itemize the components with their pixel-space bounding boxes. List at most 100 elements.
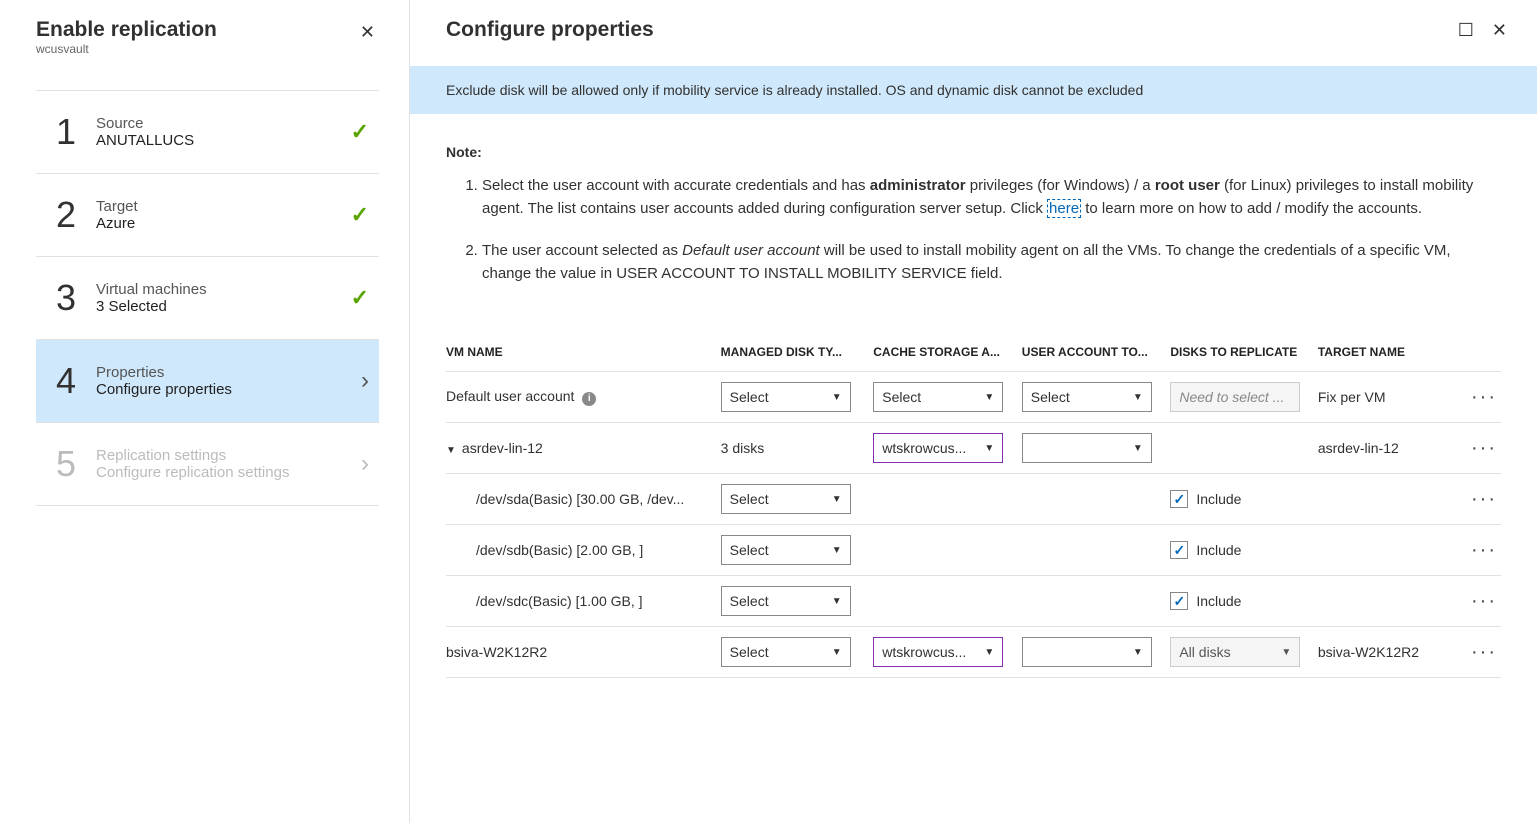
close-icon[interactable]: ✕ (356, 18, 379, 47)
chevron-down-icon: ▼ (832, 545, 842, 556)
managed-disk-select[interactable]: Select▼ (721, 382, 851, 412)
disk-name: /dev/sda(Basic) [30.00 GB, /dev... (446, 474, 721, 525)
right-panel: Configure properties ☐ ✕ Exclude disk wi… (410, 0, 1537, 823)
more-actions-icon[interactable]: ··· (1460, 576, 1501, 627)
th-vm-name: VM NAME (446, 333, 721, 372)
step-value: ANUTALLUCS (96, 132, 351, 149)
cache-storage-select[interactable]: Select▼ (873, 382, 1003, 412)
chevron-down-icon: ▼ (832, 647, 842, 658)
left-panel: Enable replication wcusvault ✕ 1 Source … (0, 0, 410, 823)
close-icon[interactable]: ✕ (1474, 20, 1507, 41)
table-row-disk: /dev/sdb(Basic) [2.00 GB, ] Select▼ ✓ Inc… (446, 525, 1501, 576)
step-label: Source (96, 115, 351, 132)
table-row-default: Default user account i Select▼ Select▼ S… (446, 372, 1501, 423)
disk-name: /dev/sdb(Basic) [2.00 GB, ] (446, 525, 721, 576)
more-actions-icon[interactable]: ··· (1460, 372, 1501, 423)
user-account-select[interactable]: ▼ (1022, 637, 1152, 667)
steps-list: 1 Source ANUTALLUCS ✓ 2 Target Azure ✓ 3… (0, 90, 409, 506)
step-number: 4 (56, 360, 96, 402)
chevron-down-icon: ▼ (984, 392, 994, 403)
chevron-down-icon: ▼ (984, 647, 994, 658)
step-label: Virtual machines (96, 281, 351, 298)
cache-storage-select[interactable]: wtskrowcus...▼ (873, 433, 1003, 463)
chevron-down-icon: ▼ (832, 494, 842, 505)
chevron-right-icon: › (361, 450, 379, 478)
step-number: 3 (56, 277, 96, 319)
chevron-down-icon: ▼ (1281, 647, 1291, 658)
step-number: 2 (56, 194, 96, 236)
managed-disk-select[interactable]: Select▼ (721, 637, 851, 667)
target-name: asrdev-lin-12 (1318, 423, 1460, 474)
step-label: Replication settings (96, 447, 361, 464)
managed-disk-text: 3 disks (721, 423, 874, 474)
expand-caret-icon[interactable]: ▼ (446, 445, 456, 456)
disks-replicate-select[interactable]: All disks▼ (1170, 637, 1300, 667)
th-target-name: TARGET NAME (1318, 333, 1460, 372)
table-row-disk: /dev/sdc(Basic) [1.00 GB, ] Select▼ ✓Inc… (446, 576, 1501, 627)
th-managed-disk: MANAGED DISK TY... (721, 333, 874, 372)
include-checkbox[interactable]: ✓ (1170, 592, 1188, 610)
step-virtual-machines[interactable]: 3 Virtual machines 3 Selected ✓ (36, 256, 379, 339)
disk-name: /dev/sdc(Basic) [1.00 GB, ] (446, 576, 721, 627)
step-value: Azure (96, 215, 351, 232)
chevron-down-icon: ▼ (832, 596, 842, 607)
step-value: Configure replication settings (96, 464, 361, 481)
managed-disk-select[interactable]: Select▼ (721, 535, 851, 565)
user-account-select[interactable]: Select▼ (1022, 382, 1152, 412)
step-target[interactable]: 2 Target Azure ✓ (36, 173, 379, 256)
note-item-2: The user account selected as Default use… (482, 239, 1485, 286)
maximize-icon[interactable]: ☐ (1440, 20, 1474, 41)
info-banner: Exclude disk will be allowed only if mob… (410, 66, 1537, 114)
table-row-vm: ▼asrdev-lin-12 3 disks wtskrowcus...▼ ▼ … (446, 423, 1501, 474)
include-label: Include (1196, 491, 1241, 507)
step-value: 3 Selected (96, 298, 351, 315)
include-label: Include (1196, 542, 1241, 558)
vm-name: Default user account (446, 388, 574, 404)
table-row-vm: bsiva-W2K12R2 Select▼ wtskrowcus...▼ ▼ A… (446, 627, 1501, 678)
user-account-select[interactable]: ▼ (1022, 433, 1152, 463)
include-checkbox[interactable]: ✓ (1170, 541, 1188, 559)
step-number: 1 (56, 111, 96, 153)
step-source[interactable]: 1 Source ANUTALLUCS ✓ (36, 90, 379, 173)
chevron-down-icon: ▼ (1133, 647, 1143, 658)
chevron-down-icon: ▼ (984, 443, 994, 454)
right-header: Configure properties ☐ ✕ (410, 0, 1537, 66)
blade-title: Enable replication (36, 18, 356, 42)
chevron-down-icon: ▼ (1133, 443, 1143, 454)
vm-table-area: VM NAME MANAGED DISK TY... CACHE STORAGE… (410, 313, 1537, 678)
info-icon[interactable]: i (582, 392, 596, 406)
step-label: Target (96, 198, 351, 215)
checkmark-icon: ✓ (351, 285, 379, 311)
step-replication-settings[interactable]: 5 Replication settings Configure replica… (36, 422, 379, 506)
managed-disk-select[interactable]: Select▼ (721, 586, 851, 616)
step-properties[interactable]: 4 Properties Configure properties › (36, 339, 379, 422)
table-header-row: VM NAME MANAGED DISK TY... CACHE STORAGE… (446, 333, 1501, 372)
target-name: bsiva-W2K12R2 (1318, 627, 1460, 678)
th-user-account: USER ACCOUNT TO... (1022, 333, 1171, 372)
cache-storage-select[interactable]: wtskrowcus...▼ (873, 637, 1003, 667)
more-actions-icon[interactable]: ··· (1460, 525, 1501, 576)
table-row-disk: /dev/sda(Basic) [30.00 GB, /dev... Selec… (446, 474, 1501, 525)
more-actions-icon[interactable]: ··· (1460, 423, 1501, 474)
blade-subtitle: wcusvault (36, 42, 356, 56)
note-title: Note: (446, 144, 1485, 160)
page-title: Configure properties (446, 18, 1440, 42)
th-cache-storage: CACHE STORAGE A... (873, 333, 1022, 372)
vm-name: asrdev-lin-12 (462, 440, 543, 456)
include-checkbox[interactable]: ✓ (1170, 490, 1188, 508)
step-value: Configure properties (96, 381, 361, 398)
more-actions-icon[interactable]: ··· (1460, 627, 1501, 678)
disks-replicate-placeholder: Need to select ... (1170, 382, 1300, 412)
checkmark-icon: ✓ (351, 202, 379, 228)
left-header: Enable replication wcusvault ✕ (0, 0, 409, 66)
target-name: Fix per VM (1318, 372, 1460, 423)
note-area: Note: Select the user account with accur… (410, 114, 1537, 313)
managed-disk-select[interactable]: Select▼ (721, 484, 851, 514)
more-actions-icon[interactable]: ··· (1460, 474, 1501, 525)
note-list: Select the user account with accurate cr… (446, 174, 1485, 285)
step-number: 5 (56, 443, 96, 485)
chevron-down-icon: ▼ (832, 392, 842, 403)
chevron-down-icon: ▼ (1133, 392, 1143, 403)
th-disks-replicate: DISKS TO REPLICATE (1170, 333, 1318, 372)
here-link[interactable]: here (1047, 199, 1081, 218)
